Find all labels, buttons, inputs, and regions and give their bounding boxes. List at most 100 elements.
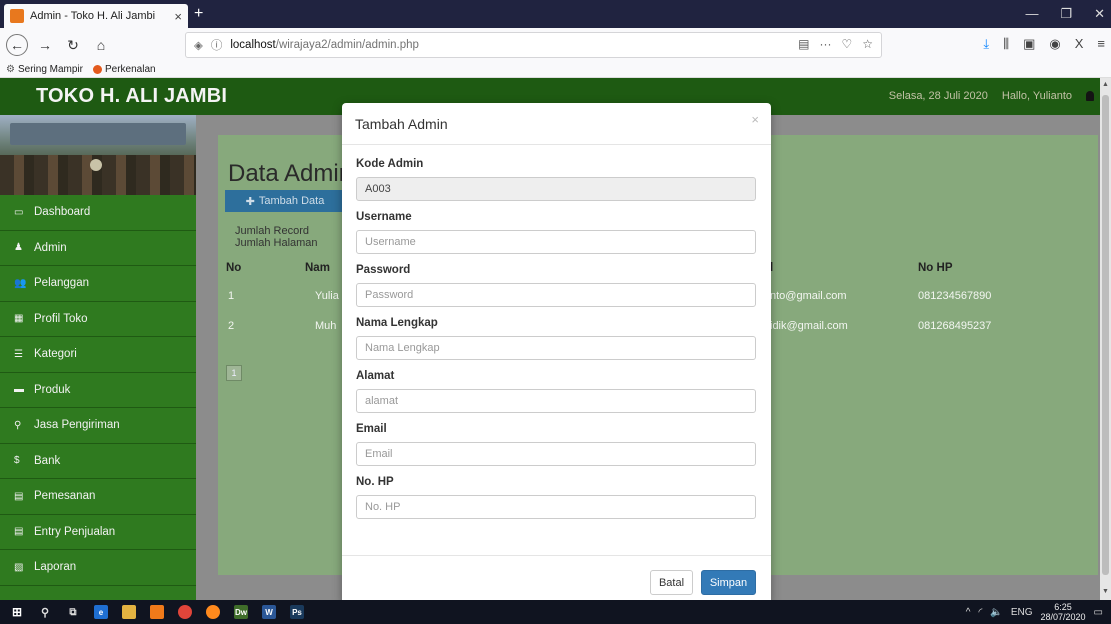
sidebar-item-produk[interactable]: ▬ Produk (0, 372, 196, 408)
tracking-shield-icon[interactable]: ◈ (194, 38, 203, 52)
user-icon[interactable] (1086, 91, 1094, 101)
browser-toolbar: ⤓ ⫼ ▣ ◉ X ≡ (983, 36, 1105, 52)
pocket-icon[interactable]: ♡ (841, 37, 852, 51)
dreamweaver-icon[interactable]: Dw (234, 605, 248, 619)
monitor-icon: ▭ (14, 206, 24, 218)
record-count-label: Jumlah Record (235, 225, 309, 237)
alamat-input[interactable] (356, 389, 756, 413)
windows-start-icon[interactable]: ⊞ (10, 605, 24, 619)
sidebar-item-pemesanan[interactable]: ▤ Pemesanan (0, 479, 196, 515)
site-favicon-icon (10, 9, 24, 23)
search-icon[interactable]: ⚲ (38, 605, 52, 619)
browser-tab[interactable]: Admin - Toko H. Ali Jambi × (4, 4, 188, 28)
clock[interactable]: 6:25 28/07/2020 (1041, 602, 1086, 622)
page-actions-icon[interactable]: ··· (819, 37, 831, 51)
close-icon[interactable]: × (751, 112, 759, 127)
chevron-up-icon[interactable]: ^ (966, 607, 971, 618)
restore-icon[interactable]: ❐ (1060, 6, 1072, 22)
bookmarks-bar: ⚙ Sering Mampir Perkenalan (0, 62, 1111, 78)
sidebar-item-bank[interactable]: $ Bank (0, 443, 196, 479)
sidebar-item-label: Pemesanan (34, 490, 96, 503)
sidebar-item-kategori[interactable]: ☰ Kategori (0, 337, 196, 373)
modal-title: Tambah Admin (355, 116, 448, 132)
modal-footer: Batal Simpan (342, 555, 771, 603)
volume-icon[interactable]: 🔈 (990, 607, 1002, 618)
site-info-icon[interactable]: ⓘ (211, 37, 223, 53)
xampp-icon[interactable] (150, 605, 164, 619)
sidebar-item-jasa-pengiriman[interactable]: ⚲ Jasa Pengiriman (0, 408, 196, 444)
reader-view-icon[interactable]: ▤ (798, 37, 809, 51)
scroll-up-arrow-icon[interactable]: ▲ (1101, 80, 1110, 90)
sidebar-item-laporan[interactable]: ▧ Laporan (0, 550, 196, 586)
firefox-icon[interactable] (206, 605, 220, 619)
list-icon: ☰ (14, 348, 23, 360)
bookmark-item[interactable]: ⚙ Sering Mampir (6, 64, 83, 75)
sidebar-item-dashboard[interactable]: ▭ Dashboard (0, 195, 196, 231)
credit-card-icon: ▤ (14, 490, 24, 502)
browser-nav-bar: ← → ↻ ⌂ ◈ ⓘ localhost /wirajaya2/admin/a… (0, 28, 1111, 62)
email-label: Email (356, 423, 387, 435)
sidebar-item-profil-toko[interactable]: ▦ Profil Toko (0, 301, 196, 337)
language-indicator[interactable]: ENG (1011, 607, 1033, 618)
scrollbar-thumb[interactable] (1102, 95, 1109, 575)
bookmark-star-icon[interactable]: ☆ (862, 37, 873, 51)
save-button[interactable]: Simpan (701, 570, 756, 595)
cell-hp: 081268495237 (918, 320, 992, 332)
task-view-icon[interactable]: ⧉ (66, 605, 80, 619)
download-icon[interactable]: ⤓ (983, 36, 989, 52)
new-tab-button[interactable]: + (194, 4, 203, 24)
extension-icon[interactable]: X (1075, 36, 1084, 52)
word-icon[interactable]: W (262, 605, 276, 619)
no-hp-input[interactable] (356, 495, 756, 519)
email-input[interactable] (356, 442, 756, 466)
sidebar-item-label: Jasa Pengiriman (34, 419, 120, 432)
notification-icon[interactable]: ▭ (1094, 607, 1103, 618)
file-icon: ▧ (14, 561, 24, 573)
field-email: Email (356, 423, 756, 466)
sidebar-item-label: Laporan (34, 561, 77, 574)
chrome-icon[interactable] (178, 605, 192, 619)
kode-admin-input[interactable] (356, 177, 756, 201)
edge-icon[interactable]: e (94, 605, 108, 619)
back-arrow-icon[interactable]: ← (6, 34, 28, 56)
nama-lengkap-input[interactable] (356, 336, 756, 360)
cell-no: 2 (228, 320, 235, 332)
firefox-icon (93, 65, 102, 74)
scroll-down-arrow-icon[interactable]: ▼ (1101, 587, 1110, 597)
browser-tab-bar: Admin - Toko H. Ali Jambi × + — ❐ ✕ (0, 0, 1111, 28)
pagination-page-1[interactable]: 1 (226, 365, 242, 381)
bookmark-item[interactable]: Perkenalan (93, 64, 156, 75)
plus-icon: ✚ (245, 195, 255, 208)
cell-email: idik@gmail.com (770, 320, 848, 332)
users-icon: 👥 (14, 277, 27, 289)
field-kode-admin: Kode Admin (356, 158, 756, 201)
network-icon[interactable]: ◜ (979, 607, 983, 618)
sidebar: ▭ Dashboard ♟ Admin 👥 Pelanggan ▦ Profil… (0, 115, 196, 600)
account-icon[interactable]: ◉ (1049, 36, 1060, 52)
store-banner-image (0, 115, 196, 195)
home-icon[interactable]: ⌂ (90, 34, 112, 56)
forward-arrow-icon[interactable]: → (34, 34, 56, 56)
grid-icon: ▦ (14, 313, 24, 325)
url-bar[interactable]: ◈ ⓘ localhost /wirajaya2/admin/admin.php… (185, 32, 882, 58)
sidebar-toggle-icon[interactable]: ▣ (1023, 36, 1035, 52)
sidebar-item-entry-penjualan[interactable]: ▤ Entry Penjualan (0, 514, 196, 550)
site-brand[interactable]: TOKO H. ALI JAMBI (36, 85, 227, 108)
photoshop-icon[interactable]: Ps (290, 605, 304, 619)
username-input[interactable] (356, 230, 756, 254)
add-data-button[interactable]: ✚ Tambah Data (225, 190, 345, 212)
menu-icon[interactable]: ≡ (1097, 36, 1105, 52)
library-icon[interactable]: ⫼ (1003, 36, 1009, 52)
tab-close-icon[interactable]: × (174, 9, 182, 24)
file-explorer-icon[interactable] (122, 605, 136, 619)
window-close-icon[interactable]: ✕ (1094, 6, 1105, 22)
user-greeting[interactable]: Hallo, Yulianto (1002, 90, 1072, 102)
sidebar-item-admin[interactable]: ♟ Admin (0, 230, 196, 266)
reload-icon[interactable]: ↻ (62, 34, 84, 56)
minimize-icon[interactable]: — (1025, 6, 1038, 22)
cancel-button[interactable]: Batal (650, 570, 693, 595)
cell-nama: Muh (315, 320, 337, 332)
password-input[interactable] (356, 283, 756, 307)
system-tray: ^ ◜ 🔈 ENG 6:25 28/07/2020 ▭ (966, 602, 1103, 622)
sidebar-item-pelanggan[interactable]: 👥 Pelanggan (0, 266, 196, 302)
